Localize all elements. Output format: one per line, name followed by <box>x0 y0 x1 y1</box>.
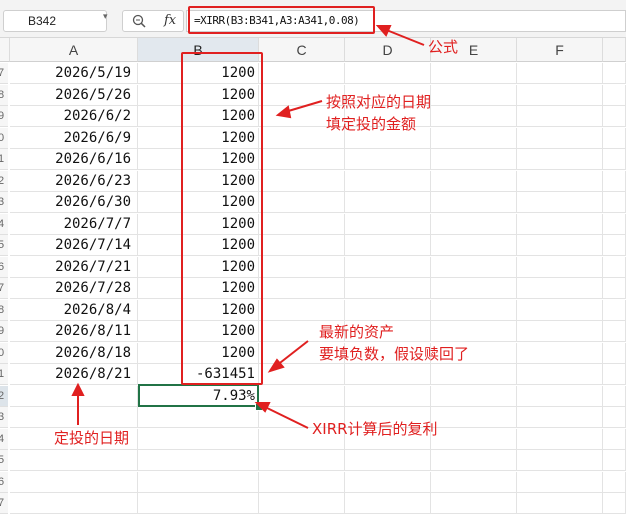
annotation-formula: 公式 <box>428 38 459 56</box>
annotation-amounts-line1: 按照对应的日期 <box>326 93 432 111</box>
annotation-latest-line2: 要填负数，假设赎回了 <box>319 345 470 363</box>
annotation-xirr: XIRR计算后的复利 <box>312 420 438 438</box>
annotation-amounts-line2: 填定投的金额 <box>326 115 417 133</box>
annotation-dates: 定投的日期 <box>54 429 130 447</box>
annotation-latest-line1: 最新的资产 <box>319 323 395 341</box>
arrowhead <box>375 25 392 37</box>
